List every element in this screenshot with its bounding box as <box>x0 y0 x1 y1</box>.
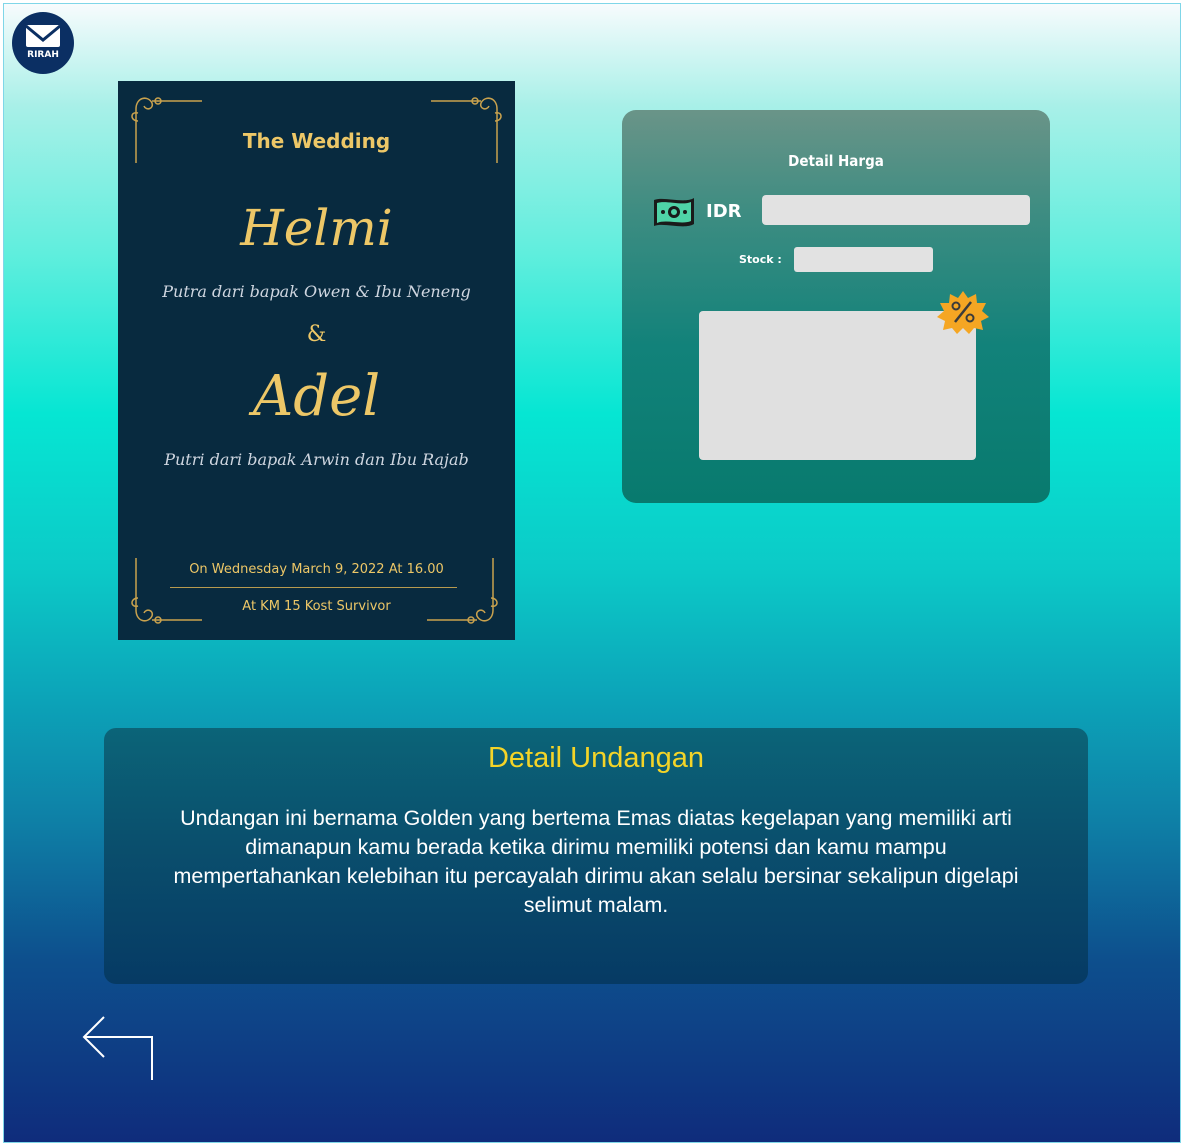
price-input[interactable] <box>762 195 1030 225</box>
ampersand: & <box>306 322 327 347</box>
stock-label: Stock : <box>739 253 782 266</box>
event-location: At KM 15 Kost Survivor <box>242 599 391 614</box>
detail-title: Detail Undangan <box>487 742 705 774</box>
invitation-preview: The Wedding Helmi Putra dari bapak Owen … <box>118 81 515 640</box>
back-arrow-icon[interactable] <box>80 1012 156 1082</box>
discount-field[interactable] <box>699 311 976 460</box>
app-logo[interactable]: RIRAH <box>12 12 74 74</box>
page-background: RIRAH The Wedding Helmi Putra dari bapak… <box>3 3 1181 1143</box>
stock-input[interactable] <box>794 247 933 272</box>
currency-label: IDR <box>706 201 742 222</box>
price-detail-title: Detail Harga <box>788 152 884 170</box>
price-detail-panel: Detail Harga IDR Stock : <box>622 110 1050 503</box>
ornament-frame <box>131 97 502 624</box>
detail-description: Undangan ini bernama Golden yang bertema… <box>173 806 1019 917</box>
bride-name: Adel <box>252 364 381 429</box>
groom-name: Helmi <box>240 199 393 257</box>
invitation-title: The Wedding <box>242 129 391 153</box>
groom-parents: Putra dari bapak Owen & Ibu Neneng <box>162 282 471 301</box>
bride-parents: Putri dari bapak Arwin dan Ibu Rajab <box>164 450 469 469</box>
envelope-icon: RIRAH <box>25 24 61 60</box>
invitation-detail-panel: Detail Undangan Undangan ini bernama Gol… <box>104 728 1088 984</box>
logo-text: RIRAH <box>27 50 59 60</box>
divider <box>170 587 457 588</box>
discount-badge-icon <box>937 291 989 334</box>
money-icon <box>654 198 694 227</box>
event-date: On Wednesday March 9, 2022 At 16.00 <box>189 562 444 577</box>
